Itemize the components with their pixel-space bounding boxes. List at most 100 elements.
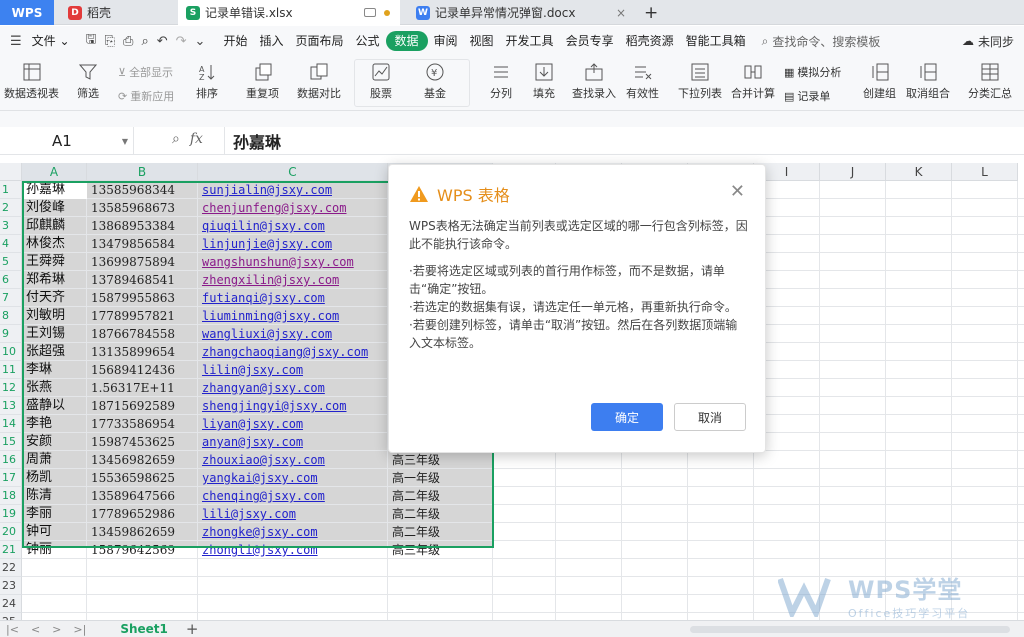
preview-icon[interactable]: ⌕ [137,34,152,49]
redo-icon[interactable]: ↷ [172,34,191,49]
row-header[interactable]: 16 [0,451,22,469]
data-compare-button[interactable]: 数据对比 [297,62,341,101]
row-header[interactable]: 8 [0,307,22,325]
chevron-down-icon[interactable]: ▼ [122,137,128,146]
column-header-b[interactable]: B [87,163,198,181]
column-header-k[interactable]: K [886,163,952,181]
row-header[interactable]: 10 [0,343,22,361]
validity-button[interactable]: 有效性 [626,62,659,101]
row-header[interactable]: 7 [0,289,22,307]
row-header[interactable]: 13 [0,397,22,415]
formula-input[interactable]: 孙嘉琳 [224,127,1024,155]
next-sheet-icon[interactable]: > [46,623,67,636]
show-all-button[interactable]: ⊻ 全部显示 [118,64,173,80]
row-header[interactable]: 4 [0,235,22,253]
menu-daoke-resources[interactable]: 稻壳资源 [620,31,680,51]
row-header[interactable]: 6 [0,271,22,289]
row-header[interactable]: 18 [0,487,22,505]
menu-member[interactable]: 会员专享 [560,31,620,51]
row-header[interactable]: 14 [0,415,22,433]
filter-button[interactable]: 筛选 [77,62,99,101]
hamburger-icon[interactable]: ☰ [6,34,26,49]
sort-button[interactable]: AZ 排序 [196,62,218,101]
menu-developer[interactable]: 开发工具 [500,31,560,51]
menu-review[interactable]: 审阅 [428,31,464,51]
show-all-label: 全部显示 [129,66,174,79]
close-icon[interactable]: ✕ [730,181,745,202]
column-header-a[interactable]: A [22,163,87,181]
duplicates-button[interactable]: 重复项 [246,62,279,101]
fund-button[interactable]: ¥ 基金 [424,62,446,101]
menu-smart-toolbox[interactable]: 智能工具箱 [680,31,752,51]
column-header-l[interactable]: L [952,163,1018,181]
undo-icon[interactable]: ↶ [153,34,172,49]
row-header[interactable]: 1 [0,181,22,199]
command-search[interactable]: ⌕ 查找命令、搜索模板 [762,33,881,50]
menu-insert[interactable]: 插入 [253,31,289,51]
row-header[interactable]: 25 [0,613,22,620]
row-header[interactable]: 20 [0,523,22,541]
row-header[interactable]: 11 [0,361,22,379]
row-header[interactable]: 5 [0,253,22,271]
row-header[interactable]: 3 [0,217,22,235]
dropdown-list-button[interactable]: 下拉列表 [678,62,722,101]
select-all-corner[interactable] [0,163,22,181]
horizontal-scrollbar[interactable] [690,626,1010,633]
dialog-line-3: ·若选定的数据集有误，请选定任一单元格，再重新执行命令。 [409,300,737,314]
row-header[interactable]: 12 [0,379,22,397]
menu-page-layout[interactable]: 页面布局 [289,31,349,51]
merge-calc-button[interactable]: 合并计算 [731,62,775,101]
row-header[interactable]: 9 [0,325,22,343]
tab-docx[interactable]: W 记录单异常情况弹窗.docx × [408,0,634,25]
name-box[interactable]: A1 ▼ [0,127,134,155]
chevron-down-icon[interactable]: ⌄ [191,34,210,49]
row-header[interactable]: 19 [0,505,22,523]
menu-file[interactable]: 文件 ⌄ [26,31,76,51]
close-tab-icon[interactable]: × [616,6,626,20]
last-sheet-icon[interactable]: >| [67,623,92,636]
fx-icon[interactable]: fx [190,131,203,147]
split-column-button[interactable]: 分列 [490,62,512,101]
export-icon[interactable]: ⎘ [101,34,119,49]
column-header-c[interactable]: C [198,163,388,181]
tab-daoke[interactable]: D 稻壳 [60,0,172,25]
pivot-table-button[interactable]: 数据透视表 [4,62,59,101]
sync-status[interactable]: ☁ 未同步 [962,33,1014,50]
subtotal-button[interactable]: 分类汇总 [968,62,1012,101]
menu-formulas[interactable]: 公式 [349,31,385,51]
print-icon[interactable]: ⎙ [119,34,137,49]
reapply-button[interactable]: ⟳ 重新应用 [118,88,174,104]
row-header[interactable]: 15 [0,433,22,451]
row-header[interactable]: 21 [0,541,22,559]
menu-view[interactable]: 视图 [464,31,500,51]
menu-home[interactable]: 开始 [217,31,253,51]
fill-button[interactable]: 填充 [533,62,555,101]
new-tab-button[interactable]: + [636,0,662,25]
create-group-button[interactable]: 创建组 [863,62,896,101]
row-header[interactable]: 23 [0,577,22,595]
row-header[interactable]: 24 [0,595,22,613]
column-header-j[interactable]: J [820,163,886,181]
first-sheet-icon[interactable]: |< [0,623,25,636]
save-icon[interactable]: 🖫 [82,30,101,52]
zoom-icon[interactable]: ⌕ [172,131,180,147]
cancel-button[interactable]: 取消 [674,403,746,431]
row-header[interactable]: 2 [0,199,22,217]
yen-icon: ¥ [424,62,446,82]
record-form-button[interactable]: ▤ 记录单 [784,88,830,104]
watermark-brand: WPS学堂 [848,576,963,604]
stock-button[interactable]: 股票 [370,62,392,101]
row-header[interactable]: 22 [0,559,22,577]
ungroup-button[interactable]: 取消组合 [906,62,950,101]
wps-error-dialog: WPS 表格 ✕ WPS表格无法确定当前列表或选定区域的哪一行包含列标签，因此不… [388,164,766,453]
what-if-button[interactable]: ▦ 模拟分析 [784,64,841,80]
lookup-entry-button[interactable]: 查找录入 [572,62,616,101]
sheet-tab-sheet1[interactable]: Sheet1 [120,622,168,636]
menu-data[interactable]: 数据 [385,31,428,51]
tab-xlsx[interactable]: S 记录单错误.xlsx [178,0,400,25]
row-header[interactable]: 17 [0,469,22,487]
add-sheet-button[interactable]: + [186,620,199,637]
prev-sheet-icon[interactable]: < [25,623,46,636]
tab-wps-home[interactable]: WPS [0,0,54,25]
ok-button[interactable]: 确定 [591,403,663,431]
